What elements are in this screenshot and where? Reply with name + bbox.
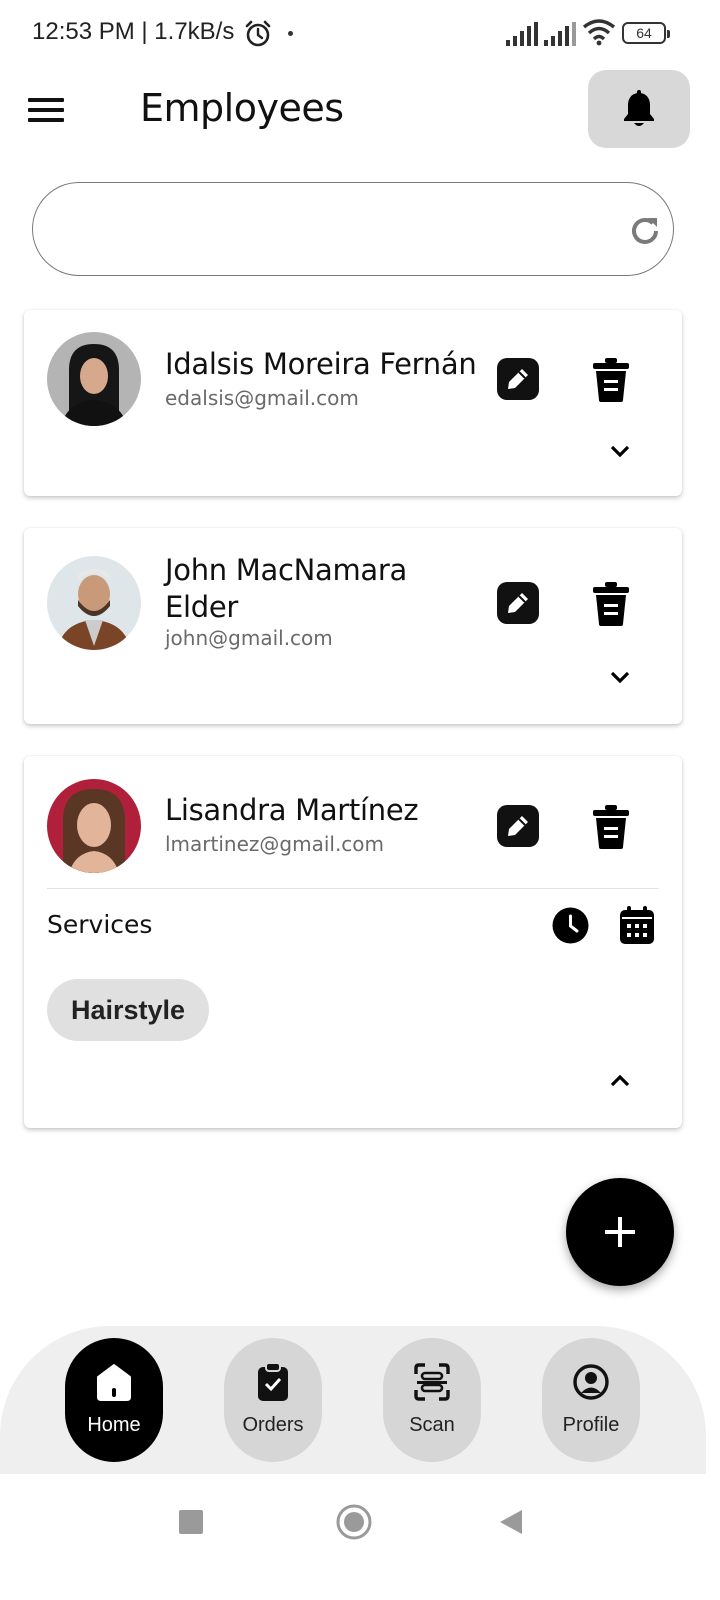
- edit-icon: [508, 593, 528, 613]
- signal-icon-2: [544, 22, 576, 46]
- back-button[interactable]: [498, 1508, 524, 1536]
- menu-button[interactable]: [26, 94, 66, 126]
- hamburger-menu-icon: [28, 98, 64, 102]
- employee-name: John MacNamara Elder: [165, 553, 407, 624]
- edit-button[interactable]: [497, 805, 539, 847]
- search-bar: [32, 182, 674, 276]
- app-header: Employees: [0, 64, 720, 164]
- clock-icon[interactable]: [552, 907, 589, 944]
- trash-icon[interactable]: [592, 358, 630, 402]
- bottom-navigation: Home Orders Scan Profile: [0, 1326, 706, 1474]
- trash-icon[interactable]: [592, 582, 630, 626]
- nav-label: Orders: [242, 1414, 304, 1436]
- trash-icon[interactable]: [592, 805, 630, 849]
- nav-profile[interactable]: Profile: [542, 1338, 640, 1462]
- home-icon: [97, 1364, 131, 1401]
- avatar: [47, 779, 141, 873]
- employee-email: lmartinez@gmail.com: [165, 832, 385, 856]
- calendar-icon[interactable]: [620, 906, 654, 944]
- employee-card: Lisandra Martínez lmartinez@gmail.com Se…: [24, 756, 682, 1128]
- service-chip[interactable]: Hairstyle: [47, 979, 210, 1041]
- employee-name: Lisandra Martínez: [165, 793, 419, 827]
- nav-scan[interactable]: Scan: [383, 1338, 481, 1462]
- notification-dot: [288, 31, 293, 36]
- add-employee-button[interactable]: [566, 1178, 674, 1286]
- profile-icon: [573, 1364, 609, 1400]
- edit-icon: [508, 816, 528, 836]
- scan-icon: [414, 1363, 450, 1401]
- hamburger-menu-line: [28, 108, 64, 112]
- employee-card: John MacNamara Elder john@gmail.com: [24, 528, 682, 724]
- employee-email: john@gmail.com: [165, 626, 333, 650]
- chevron-down-icon[interactable]: [606, 438, 634, 462]
- nav-label: Scan: [409, 1414, 455, 1436]
- edit-button[interactable]: [497, 582, 539, 624]
- wifi-icon: [582, 19, 616, 46]
- avatar: [47, 556, 141, 650]
- system-navigation-bar: [0, 1474, 720, 1600]
- chevron-up-icon[interactable]: [606, 1068, 634, 1092]
- nav-label: Home: [87, 1414, 141, 1436]
- nav-label: Profile: [562, 1414, 620, 1436]
- battery-indicator: 64: [622, 22, 670, 44]
- alarm-icon: [245, 20, 271, 47]
- status-time-speed: 12:53 PM | 1.7kB/s: [32, 18, 235, 45]
- employee-email: edalsis@gmail.com: [165, 386, 359, 410]
- avatar: [47, 332, 141, 426]
- recents-button[interactable]: [179, 1510, 203, 1534]
- employee-card: Idalsis Moreira Fernán edalsis@gmail.com: [24, 310, 682, 496]
- signal-icon: [506, 22, 538, 46]
- refresh-icon[interactable]: [627, 213, 663, 249]
- search-input[interactable]: [63, 203, 603, 255]
- employee-name: Idalsis Moreira Fernán: [165, 347, 477, 381]
- edit-icon: [508, 369, 528, 389]
- nav-home[interactable]: Home: [65, 1338, 163, 1462]
- status-bar: 12:53 PM | 1.7kB/s 64: [0, 0, 720, 64]
- home-system-button[interactable]: [336, 1504, 372, 1540]
- notifications-button[interactable]: [588, 70, 690, 148]
- divider: [47, 888, 659, 889]
- page-title: Employees: [140, 86, 344, 130]
- nav-orders[interactable]: Orders: [224, 1338, 322, 1462]
- plus-icon: [605, 1217, 635, 1247]
- chevron-down-icon[interactable]: [606, 664, 634, 688]
- bell-icon: [624, 90, 654, 126]
- hamburger-menu-line: [28, 118, 64, 122]
- clipboard-icon: [258, 1362, 288, 1401]
- services-label: Services: [47, 910, 153, 939]
- edit-button[interactable]: [497, 358, 539, 400]
